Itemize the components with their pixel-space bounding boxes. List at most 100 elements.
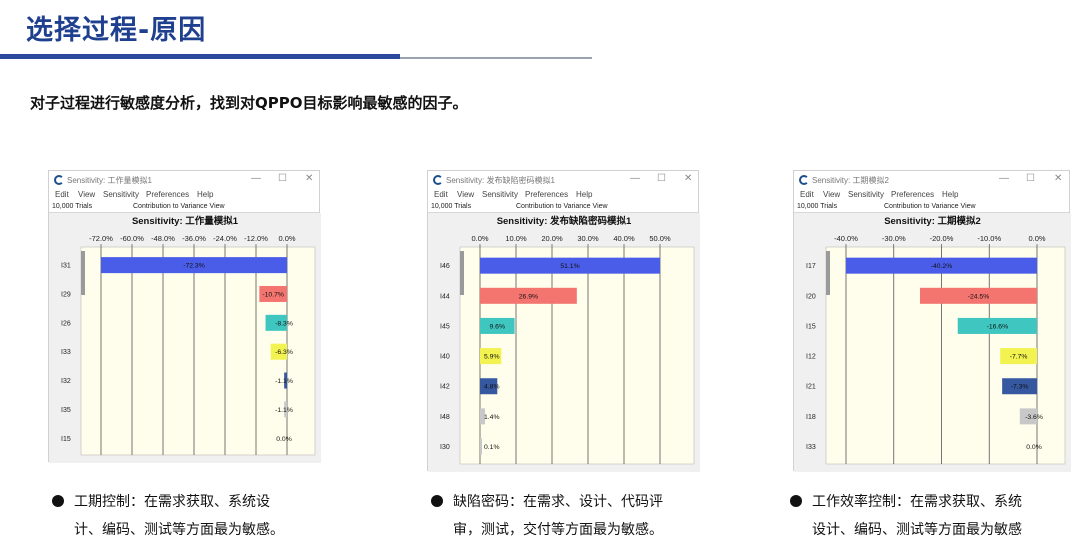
- chart-title: Sensitivity: 工期模拟2: [884, 215, 981, 227]
- value-label: -8.3%: [275, 320, 293, 327]
- minimize-icon[interactable]: —: [630, 173, 640, 184]
- trials-count: 10,000 Trials: [797, 203, 838, 210]
- x-tick-label: -40.0%: [834, 234, 858, 243]
- value-label: -10.7%: [262, 291, 284, 298]
- category-label: I33: [806, 444, 816, 451]
- window-title: Sensitivity: 工作量模拟1: [67, 176, 152, 185]
- value-label: -40.2%: [931, 263, 953, 270]
- category-label: I17: [806, 263, 816, 270]
- scrollbar-thumb: [460, 251, 464, 295]
- bullet-schedule: 工期控制：在需求获取、系统设 计、编码、测试等方面最为敏感。: [52, 488, 322, 544]
- value-label: 4.8%: [484, 384, 500, 391]
- menu-sensitivity[interactable]: Sensitivity: [103, 190, 139, 199]
- window-toolbar: 10,000 Trials Contribution to Variance V…: [428, 201, 698, 213]
- scrollbar-thumb: [81, 251, 85, 295]
- x-tick-label: -20.0%: [930, 234, 954, 243]
- bullet-defect-density: 缺陷密码：在需求、设计、代码评 审，测试，交付等方面最为敏感。: [431, 488, 706, 544]
- menu-help[interactable]: Help: [942, 190, 958, 199]
- category-label: I35: [61, 407, 71, 414]
- close-icon[interactable]: ✕: [684, 173, 692, 184]
- bullet-efficiency: 工作效率控制：在需求获取、系统 设计、编码、测试等方面最为敏感: [790, 488, 1075, 544]
- sensitivity-chart: Sensitivity: 工作量模拟1 -72.0% -60.0% -48.0% -36…: [49, 213, 321, 463]
- maximize-icon[interactable]: ☐: [1026, 173, 1035, 184]
- chart-title: Sensitivity: 发布缺陷密码模拟1: [497, 215, 632, 227]
- category-label: I29: [61, 291, 71, 298]
- value-label: 1.4%: [484, 414, 500, 421]
- category-label: I15: [61, 436, 71, 443]
- value-label: 5.9%: [484, 354, 500, 361]
- x-tick-label: -60.0%: [120, 234, 144, 243]
- value-label: 0.0%: [1026, 444, 1042, 451]
- value-label: -72.3%: [183, 263, 205, 270]
- minimize-icon[interactable]: —: [999, 173, 1009, 184]
- bar: [480, 438, 482, 455]
- slide-title: 选择过程-原因: [26, 15, 207, 46]
- menu-preferences[interactable]: Preferences: [891, 190, 934, 199]
- menu-edit[interactable]: Edit: [55, 190, 69, 199]
- bullet-text: 工期控制：在需求获取、系统设 计、编码、测试等方面最为敏感。: [74, 494, 284, 538]
- view-mode-label: Contribution to Variance View: [133, 203, 225, 210]
- x-tick-label: -36.0%: [182, 234, 206, 243]
- menu-help[interactable]: Help: [576, 190, 592, 199]
- x-tick-label: 40.0%: [613, 234, 635, 243]
- category-label: I44: [440, 293, 450, 300]
- x-tick-label: 10.0%: [505, 234, 527, 243]
- value-label: -7.7%: [1010, 354, 1028, 361]
- sensitivity-window-3: Sensitivity: 工期模拟2 — ☐ ✕ Edit View Sensi…: [793, 170, 1071, 472]
- category-label: I42: [440, 384, 450, 391]
- trials-count: 10,000 Trials: [52, 203, 93, 210]
- view-mode-label: Contribution to Variance View: [884, 203, 976, 210]
- minimize-icon[interactable]: —: [251, 173, 261, 184]
- value-label: 9.6%: [490, 323, 506, 330]
- x-tick-label: -10.0%: [977, 234, 1001, 243]
- bullet-dot-icon: [431, 495, 443, 507]
- value-label: -3.6%: [1025, 414, 1043, 421]
- bullet-text: 缺陷密码：在需求、设计、代码评 审，测试，交付等方面最为敏感。: [453, 494, 663, 538]
- bullet-dot-icon: [790, 495, 802, 507]
- menu-edit[interactable]: Edit: [800, 190, 814, 199]
- menu-preferences[interactable]: Preferences: [146, 190, 189, 199]
- value-label: 0.0%: [276, 436, 292, 443]
- maximize-icon[interactable]: ☐: [278, 173, 287, 184]
- window-toolbar: 10,000 Trials Contribution to Variance V…: [794, 201, 1069, 213]
- slide-subtitle: 对子过程进行敏感度分析，找到对QPPO目标影响最敏感的因子。: [30, 94, 468, 112]
- value-label: -16.6%: [987, 323, 1009, 330]
- window-title: Sensitivity: 工期模拟2: [812, 176, 889, 185]
- category-label: I18: [806, 414, 816, 421]
- maximize-icon[interactable]: ☐: [657, 173, 666, 184]
- x-tick-label: 30.0%: [577, 234, 599, 243]
- menu-bar: Edit View Sensitivity Preferences Help: [428, 189, 698, 201]
- category-label: I20: [806, 293, 816, 300]
- menu-preferences[interactable]: Preferences: [525, 190, 568, 199]
- bullet-text: 工作效率控制：在需求获取、系统 设计、编码、测试等方面最为敏感: [812, 494, 1022, 538]
- scrollbar-thumb: [826, 251, 830, 295]
- x-tick-label: -12.0%: [244, 234, 268, 243]
- menu-view[interactable]: View: [823, 190, 840, 199]
- menu-help[interactable]: Help: [197, 190, 213, 199]
- value-label: 26.9%: [519, 293, 538, 300]
- close-icon[interactable]: ✕: [305, 173, 313, 184]
- x-tick-label: -24.0%: [213, 234, 237, 243]
- category-label: I30: [440, 444, 450, 451]
- bullet-dot-icon: [52, 495, 64, 507]
- category-label: I31: [61, 263, 71, 270]
- category-label: I15: [806, 323, 816, 330]
- value-label: -24.5%: [968, 293, 990, 300]
- app-logo-icon: [433, 175, 443, 185]
- menu-bar: Edit View Sensitivity Preferences Help: [49, 189, 319, 201]
- value-label: -1.1%: [275, 407, 293, 414]
- window-titlebar: Sensitivity: 发布缺陷密码模拟1 — ☐ ✕: [428, 171, 698, 189]
- menu-edit[interactable]: Edit: [434, 190, 448, 199]
- window-title: Sensitivity: 发布缺陷密码模拟1: [446, 176, 555, 185]
- category-label: I26: [61, 320, 71, 327]
- close-icon[interactable]: ✕: [1054, 173, 1062, 184]
- value-label: 0.1%: [484, 444, 500, 451]
- menu-sensitivity[interactable]: Sensitivity: [482, 190, 518, 199]
- value-label: -7.3%: [1011, 384, 1029, 391]
- menu-view[interactable]: View: [78, 190, 95, 199]
- menu-sensitivity[interactable]: Sensitivity: [848, 190, 884, 199]
- category-label: I48: [440, 414, 450, 421]
- sensitivity-window-1: Sensitivity: 工作量模拟1 — ☐ ✕ Edit View Sens…: [48, 170, 321, 463]
- x-tick-label: 0.0%: [1028, 234, 1045, 243]
- menu-view[interactable]: View: [457, 190, 474, 199]
